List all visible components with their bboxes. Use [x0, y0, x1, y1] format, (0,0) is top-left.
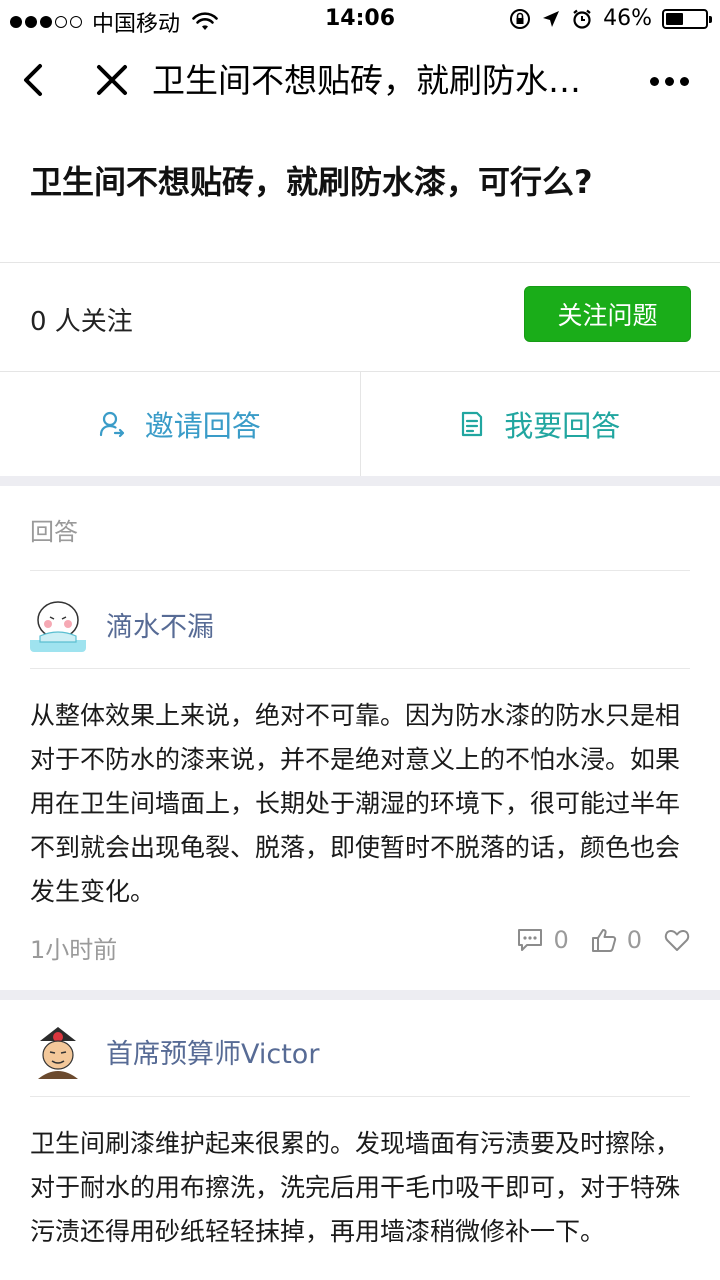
avatar[interactable]: [30, 1023, 86, 1079]
divider: [0, 262, 720, 263]
page-title: 卫生间不想贴砖，就刷防水…: [152, 61, 581, 100]
heart-icon: [664, 929, 690, 951]
chevron-left-icon[interactable]: [18, 60, 48, 100]
author-name[interactable]: 滴水不漏: [106, 605, 214, 644]
question-title: 卫生间不想贴砖，就刷防水漆，可行么?: [30, 163, 593, 201]
comment-icon: [518, 929, 543, 951]
comment-button[interactable]: 0: [517, 926, 569, 954]
invite-answer-button[interactable]: 邀请回答: [0, 372, 360, 476]
follow-count: 0 人关注: [30, 307, 133, 337]
avatar[interactable]: [30, 596, 86, 652]
invite-answer-label: 邀请回答: [144, 409, 261, 443]
divider: [30, 1096, 690, 1097]
divider: [30, 570, 690, 571]
answers-section-label: 回答: [30, 518, 78, 546]
answer-author[interactable]: 滴水不漏: [30, 594, 690, 654]
answer-author[interactable]: 首席预算师Victor: [30, 1021, 690, 1081]
comment-count: 0: [553, 926, 569, 954]
battery-icon: [662, 8, 712, 29]
thumbs-up-icon: [591, 929, 616, 952]
write-answer-button[interactable]: 我要回答: [361, 372, 720, 476]
rotation-lock-icon: [510, 8, 531, 29]
battery-level: [666, 12, 684, 25]
location-arrow-icon: [543, 10, 560, 27]
close-icon[interactable]: [92, 60, 132, 100]
answer-meta: 1小时前 0 0: [30, 926, 690, 966]
favorite-button[interactable]: [664, 928, 690, 952]
write-answer-label: 我要回答: [504, 409, 621, 443]
answer-text: 卫生间刷漆维护起来很累的。发现墙面有污渍要及时擦除，对于耐水的用布擦洗，洗完后用…: [30, 1129, 681, 1246]
answer-actions: 邀请回答 我要回答: [0, 372, 720, 476]
more-dots-icon[interactable]: [650, 66, 694, 96]
like-count: 0: [626, 926, 642, 954]
like-button[interactable]: 0: [591, 926, 642, 954]
answer-text: 从整体效果上来说，绝对不可靠。因为防水漆的防水只是相对于不防水的漆来说，并不是绝…: [30, 701, 681, 906]
section-separator: [0, 476, 720, 486]
divider: [30, 668, 690, 669]
follow-question-button[interactable]: 关注问题: [524, 286, 691, 342]
answer-actions-bar: 0 0: [517, 926, 690, 954]
status-icons: 46%: [509, 6, 712, 31]
answer-time: 1小时前: [30, 936, 118, 964]
alarm-icon: [573, 9, 591, 29]
document-edit-icon: [462, 411, 483, 437]
invite-user-icon: [99, 411, 124, 438]
navigation-bar: 卫生间不想贴砖，就刷防水…: [0, 40, 720, 124]
battery-percent: 46%: [603, 6, 652, 31]
author-name[interactable]: 首席预算师Victor: [106, 1032, 319, 1071]
section-separator: [0, 990, 720, 1000]
status-bar: 中国移动 14:06 46%: [0, 0, 720, 40]
